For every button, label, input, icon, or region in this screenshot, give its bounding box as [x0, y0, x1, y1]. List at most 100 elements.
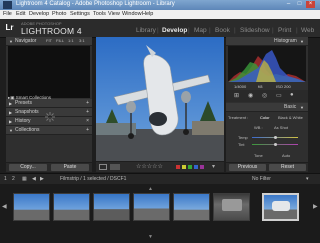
- menu-tools[interactable]: Tools: [93, 11, 106, 17]
- previous-button[interactable]: Previous: [229, 164, 266, 171]
- menu-help[interactable]: Help: [142, 11, 153, 17]
- filmstrip-collapse-icon[interactable]: ▲: [148, 186, 153, 192]
- loading-spinner-icon: [45, 112, 55, 122]
- menu-view[interactable]: View: [108, 11, 120, 17]
- menu-edit[interactable]: Edit: [16, 11, 25, 17]
- filmstrip-thumbnail[interactable]: [173, 193, 210, 221]
- collection-label: Smart Collections: [15, 95, 52, 100]
- collapse-triangle-icon: ▼: [9, 128, 13, 133]
- histogram-label: Histogram: [274, 38, 297, 44]
- filmstrip-right-arrow-icon[interactable]: ▶: [313, 203, 318, 210]
- product-name: LIGHTROOM 4: [21, 26, 82, 36]
- add-snapshot-icon[interactable]: +: [86, 109, 89, 115]
- red-label-icon[interactable]: [176, 165, 180, 169]
- red-eye-icon[interactable]: ◎: [262, 92, 267, 99]
- histogram-header[interactable]: Histogram ▼: [226, 37, 308, 46]
- snapshots-label: Snapshots: [15, 109, 39, 115]
- collections-label: Collections: [15, 127, 40, 133]
- zoom-fill[interactable]: FILL: [56, 38, 64, 43]
- lightroom-logo: Lr: [5, 23, 14, 32]
- menu-bar: File Edit Develop Photo Settings Tools V…: [0, 10, 320, 19]
- paste-button[interactable]: Paste: [51, 164, 89, 171]
- menu-develop[interactable]: Develop: [29, 11, 49, 17]
- aperture: f/8: [258, 84, 263, 89]
- module-develop[interactable]: Develop: [162, 27, 187, 34]
- treatment-color[interactable]: Color: [260, 115, 270, 120]
- purple-label-icon[interactable]: [200, 165, 204, 169]
- module-web[interactable]: Web: [301, 27, 314, 34]
- zoom-3-1[interactable]: 3:1: [79, 38, 85, 43]
- airplane-photo[interactable]: [96, 37, 224, 161]
- navigator-header[interactable]: ▼ Navigator FIT FILL 1:1 3:1: [6, 37, 92, 46]
- navigator-preview[interactable]: [8, 46, 90, 98]
- maximize-button[interactable]: □: [295, 1, 304, 8]
- graduated-filter-icon[interactable]: ▭: [276, 92, 282, 99]
- expand-triangle-icon: ▶: [9, 110, 13, 115]
- before-after-icon[interactable]: [110, 164, 120, 170]
- collapse-triangle-icon: ▼: [9, 39, 13, 44]
- module-book[interactable]: Book: [215, 27, 230, 34]
- histogram-graph[interactable]: [228, 46, 306, 82]
- basic-header[interactable]: Basic ▼: [226, 103, 308, 112]
- filmstrip-left-arrow-icon[interactable]: ◀: [2, 203, 7, 210]
- page-2-button[interactable]: 2: [12, 176, 15, 182]
- toolbar-menu-icon[interactable]: ▾: [212, 163, 215, 170]
- reset-button[interactable]: Reset: [269, 164, 306, 171]
- filter-toggle-icon[interactable]: ▾: [306, 176, 309, 182]
- panel-collapse-icon[interactable]: ▼: [148, 234, 153, 240]
- filter-select[interactable]: No Filter: [252, 176, 271, 182]
- filmstrip-thumbnail[interactable]: [53, 193, 90, 221]
- page-1-button[interactable]: 1: [4, 176, 7, 182]
- clear-history-icon[interactable]: ×: [86, 118, 89, 124]
- blue-label-icon[interactable]: [194, 165, 198, 169]
- shutter-speed: 1/4000: [234, 84, 247, 89]
- minimize-button[interactable]: –: [284, 1, 293, 8]
- spot-removal-icon[interactable]: ◉: [248, 92, 253, 99]
- yellow-label-icon[interactable]: [182, 165, 186, 169]
- forward-arrow-icon[interactable]: ▶: [40, 176, 44, 182]
- module-print[interactable]: Print: [278, 27, 291, 34]
- wb-label: WB :: [254, 125, 263, 130]
- green-label-icon[interactable]: [188, 165, 192, 169]
- add-preset-icon[interactable]: +: [86, 100, 89, 106]
- filmstrip-info: Filmstrip / 1 selected / DSCF1: [60, 176, 127, 182]
- close-button[interactable]: ×: [306, 1, 315, 8]
- module-map[interactable]: Map: [194, 27, 207, 34]
- module-slideshow[interactable]: Slideshow: [240, 27, 270, 34]
- crop-tool-icon[interactable]: ⊞: [234, 92, 239, 99]
- tint-slider-knob[interactable]: [274, 143, 277, 146]
- menu-settings[interactable]: Settings: [70, 11, 90, 17]
- wb-select[interactable]: As Shot: [274, 125, 288, 130]
- copy-button[interactable]: Copy...: [9, 164, 47, 171]
- temp-slider-knob[interactable]: [274, 136, 277, 139]
- zoom-fit[interactable]: FIT: [46, 38, 52, 43]
- star-rating-icon[interactable]: ☆☆☆☆☆: [136, 163, 163, 170]
- zoom-1-1[interactable]: 1:1: [68, 38, 74, 43]
- iso: ISO 200: [276, 84, 291, 89]
- module-separator: |: [209, 27, 211, 34]
- filmstrip-bar: 1 2 ▦ ◀ ▶ Filmstrip / 1 selected / DSCF1…: [0, 173, 320, 184]
- left-panel-buttons: Copy... Paste: [6, 163, 92, 172]
- menu-file[interactable]: File: [3, 11, 12, 17]
- back-arrow-icon[interactable]: ◀: [32, 176, 36, 182]
- menu-photo[interactable]: Photo: [52, 11, 66, 17]
- grid-view-icon[interactable]: ▦: [22, 176, 27, 182]
- treatment-black-white[interactable]: Black & White: [278, 115, 303, 120]
- window-titlebar: Lightroom 4 Catalog - Adobe Photoshop Li…: [0, 0, 320, 10]
- collapse-triangle-icon: ▼: [300, 39, 304, 44]
- filmstrip-thumbnail[interactable]: [133, 193, 170, 221]
- tone-auto-button[interactable]: Auto: [282, 153, 290, 158]
- module-separator: |: [296, 27, 298, 34]
- module-library[interactable]: Library: [136, 27, 156, 34]
- module-separator: |: [272, 27, 274, 34]
- loupe-view-icon[interactable]: [99, 164, 107, 170]
- filmstrip-thumbnail[interactable]: [13, 193, 50, 221]
- add-collection-icon[interactable]: +: [86, 127, 89, 133]
- adjustment-brush-icon[interactable]: ●: [290, 92, 294, 98]
- module-separator: |: [157, 27, 159, 34]
- collection-item-smart-collections[interactable]: ▸▣ Smart Collections: [8, 95, 51, 101]
- filmstrip-thumbnail[interactable]: [93, 193, 130, 221]
- menu-window[interactable]: Window: [122, 11, 142, 17]
- collections-header[interactable]: ▼ Collections +: [6, 126, 92, 135]
- navigator-label: Navigator: [15, 38, 37, 44]
